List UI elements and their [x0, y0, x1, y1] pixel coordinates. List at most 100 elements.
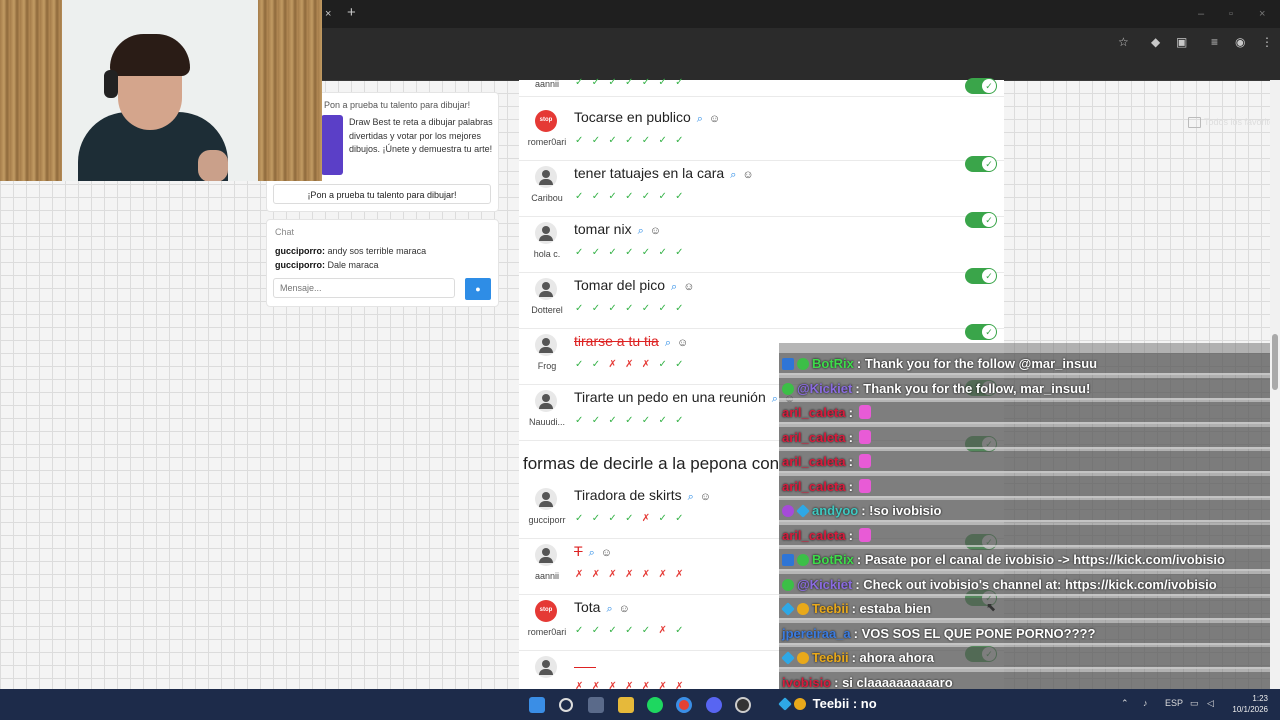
volume-icon[interactable]: ◁: [1207, 698, 1214, 709]
check-mark-icon: ✓: [658, 303, 676, 314]
search-icon[interactable]: ⌕: [638, 225, 644, 238]
stream-chat-text: : Thank you for the follow @mar_insuu: [856, 356, 1098, 371]
all-bookmarks-link[interactable]: Todos los favoritos: [1204, 117, 1279, 127]
check-mark-icon: ✓: [641, 415, 659, 426]
network-icon[interactable]: ▭: [1190, 698, 1199, 709]
stream-chat-nick: aril_caleta: [782, 429, 846, 445]
spotify-icon[interactable]: [647, 697, 663, 713]
vote-marks: ✓✓✓✓✓✓✓: [575, 415, 692, 426]
badge-icon: [797, 358, 809, 370]
search-icon[interactable]: ⌕: [665, 337, 671, 350]
check-mark-icon: ✓: [575, 135, 592, 146]
emoji-icon[interactable]: ☺: [709, 113, 720, 125]
restore-icon[interactable]: ▫: [1229, 8, 1233, 20]
chat-card: Chat gucciporro: andy sos terrible marac…: [266, 219, 499, 307]
check-mark-icon: ✓: [625, 135, 642, 146]
stream-chat-nick: aril_caleta: [782, 527, 846, 543]
clock[interactable]: 1:23 10/1/2026: [1226, 693, 1268, 715]
emoji-icon[interactable]: ☺: [619, 603, 630, 615]
store-icon[interactable]: [588, 697, 604, 713]
vote-marks: ✓✓✓✓✓✓✓: [575, 303, 692, 314]
profile-icon[interactable]: ◉: [1235, 36, 1245, 48]
search-icon[interactable]: ⌕: [697, 113, 703, 126]
search-icon[interactable]: ⌕: [688, 491, 694, 504]
check-mark-icon: ✓: [675, 191, 692, 202]
webcam-curtain: [0, 0, 62, 181]
clock-date: 10/1/2026: [1232, 705, 1268, 714]
emote-icon: [858, 405, 871, 419]
stream-chat-nick: ivobisio: [782, 674, 832, 690]
emoji-icon[interactable]: ☺: [601, 547, 612, 559]
stop-avatar-icon: stop: [535, 600, 557, 622]
search-icon[interactable]: ⌕: [730, 169, 736, 182]
badge-icon: [782, 505, 794, 517]
user-avatar-icon: [535, 334, 557, 356]
emoji-icon[interactable]: ☺: [683, 281, 694, 293]
promo-image: [321, 115, 343, 175]
author-name: romer0ari: [527, 627, 567, 637]
stream-chat-message: aril_caleta:: [779, 475, 1270, 498]
chat-message-input[interactable]: [273, 278, 455, 298]
stream-chat-nick: aril_caleta: [782, 454, 846, 469]
menu-icon[interactable]: ⋮: [1261, 36, 1273, 48]
list-item: aannii ✓✓✓✓✓✓✓: [519, 40, 1004, 97]
emoji-icon[interactable]: ☺: [650, 225, 661, 237]
media-icon[interactable]: ≡: [1211, 36, 1218, 48]
star-icon[interactable]: ☆: [1118, 36, 1129, 48]
chrome-icon[interactable]: [676, 697, 692, 713]
tray-chevron-icon[interactable]: ⌃: [1121, 698, 1129, 709]
extension-icon[interactable]: ◆: [1151, 36, 1160, 48]
toggle-switch[interactable]: [965, 78, 997, 94]
new-tab-button[interactable]: +: [347, 5, 356, 20]
stream-chat-nick: andyoo: [812, 503, 859, 518]
author-name: Caribou: [531, 193, 563, 203]
list-item: Caribou tener tatuajes en la cara ⌕ ☺ ✓✓✓✓✓✓…: [519, 160, 1004, 228]
vote-marks: ✓✓✓✓✓✗✓: [575, 625, 692, 636]
stop-avatar-icon: stop: [535, 110, 557, 132]
stream-chat-nick: Teebii: [812, 696, 850, 711]
stream-chat-message: @Kickiet: Thank you for the follow, mar_…: [779, 377, 1270, 400]
item-title-text: Tirarte un pedo en una reunión: [574, 389, 766, 405]
close-window-icon[interactable]: ×: [1259, 8, 1265, 20]
microphone-icon[interactable]: ♪: [1143, 698, 1148, 708]
item-title: Tomar del pico ⌕ ☺: [574, 277, 694, 294]
emote-icon: [858, 429, 871, 444]
discord-icon[interactable]: [706, 697, 722, 713]
send-icon[interactable]: ●: [465, 278, 491, 300]
check-mark-icon: ✓: [591, 303, 609, 314]
item-title: tomar nix ⌕ ☺: [574, 221, 661, 238]
check-mark-icon: ✓: [675, 513, 692, 524]
scrollbar-thumb[interactable]: [1272, 334, 1278, 390]
emoji-icon[interactable]: ☺: [742, 169, 753, 181]
search-icon[interactable]: [559, 698, 573, 712]
item-title-text: [574, 657, 596, 668]
obs-icon[interactable]: [735, 697, 751, 713]
section-title: formas de decirle a la pepona con: [523, 454, 780, 473]
item-title-text: Tomar del pico: [574, 277, 666, 293]
search-icon[interactable]: ⌕: [671, 281, 677, 294]
language-indicator[interactable]: ESP: [1165, 698, 1183, 708]
check-mark-icon: ✓: [591, 359, 609, 370]
file-explorer-icon[interactable]: [618, 697, 634, 713]
emoji-icon[interactable]: ☺: [700, 491, 711, 503]
promo-button[interactable]: ¡Pon a prueba tu talento para dibujar!: [273, 184, 491, 204]
page-scrollbar[interactable]: [1270, 80, 1280, 689]
vote-marks: ✓✓✓✓✓✓✓: [575, 247, 692, 258]
vote-marks: ✗✗✗✗✗✗✗: [575, 569, 692, 580]
item-title: Tiradora de skirts ⌕ ☺: [574, 487, 711, 504]
puzzle-icon[interactable]: ▣: [1176, 36, 1187, 48]
user-avatar-icon: [535, 390, 557, 412]
search-icon[interactable]: ⌕: [589, 547, 595, 560]
minimize-icon[interactable]: –: [1198, 8, 1204, 20]
author-name: aannii: [534, 571, 560, 581]
emoji-icon[interactable]: ☺: [677, 337, 688, 349]
search-icon[interactable]: ⌕: [606, 603, 612, 616]
search-icon[interactable]: ⌕: [772, 393, 778, 406]
badge-icon: [782, 578, 794, 591]
tab-close-icon[interactable]: ×: [325, 8, 331, 20]
vote-marks: ✓✓✗✗✗✓✓: [575, 359, 692, 370]
vote-marks: ✓✓✓✓✓✓✓: [575, 191, 692, 202]
emote-icon: [858, 527, 871, 542]
item-title-text: tirarse a tu tia: [574, 333, 659, 349]
start-icon[interactable]: [529, 697, 545, 713]
